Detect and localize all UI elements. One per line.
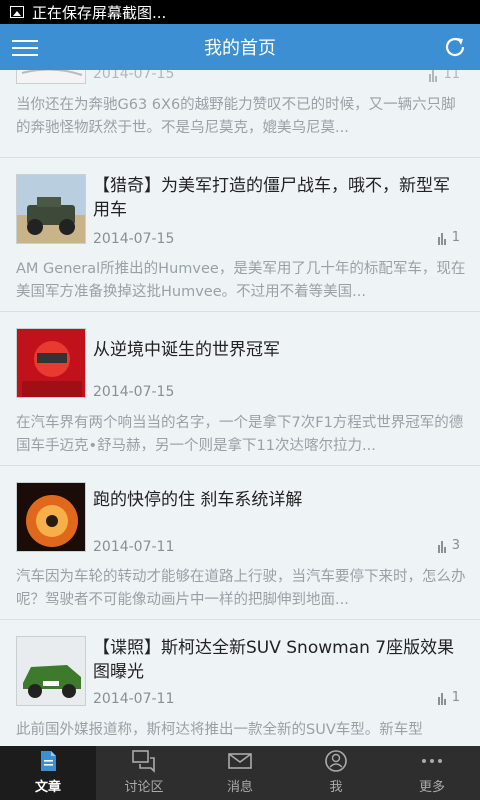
article-thumbnail (16, 70, 86, 84)
article-item[interactable]: 2014-07-15 11 当你还在为奔驰G63 6X6的越野能力赞叹不已的时候… (0, 70, 480, 158)
article-date: 2014-07-15 (93, 384, 175, 400)
article-date: 2014-07-11 (93, 691, 175, 707)
refresh-icon[interactable] (442, 34, 468, 60)
view-count: 1 (437, 230, 460, 245)
status-text: 正在保存屏幕截图... (32, 3, 167, 22)
views-icon (429, 70, 438, 82)
discussion-icon (132, 750, 155, 773)
view-count: 1 (437, 690, 460, 705)
views-icon (437, 540, 447, 553)
article-item[interactable]: 跑的快停的住 刹车系统详解 2014-07-11 3 汽车因为车轮的转动才能够在… (0, 466, 480, 620)
article-date: 2014-07-15 (93, 231, 175, 247)
article-item[interactable]: 从逆境中诞生的世界冠军 2014-07-15 在汽车界有两个响当当的名字，一个是… (0, 312, 480, 466)
article-summary: 在汽车界有两个响当当的名字，一个是拿下7次F1方程式世界冠军的德国车手迈克•舒马… (16, 415, 464, 454)
article-title: 【谍照】斯柯达全新SUV Snowman 7座版效果图曝光 (93, 638, 455, 682)
article-date: 2014-07-15 (93, 70, 175, 82)
article-title: 【猎奇】为美军打造的僵尸战车，哦不，新型军用车 (93, 176, 450, 220)
article-summary: AM General所推出的Humvee，是美军用了几十年的标配军车，现在美国军… (16, 261, 466, 300)
tab-messages[interactable]: 消息 (192, 746, 288, 800)
tab-profile[interactable]: 我 (288, 746, 384, 800)
views-icon (437, 232, 447, 245)
article-date: 2014-07-11 (93, 539, 175, 555)
article-thumbnail (16, 328, 86, 398)
article-thumbnail (16, 174, 86, 244)
bottom-tab-bar: 文章 讨论区 消息 我 更多 (0, 746, 480, 800)
app-bar: 我的首页 (0, 24, 480, 70)
article-feed[interactable]: 2014-07-15 11 当你还在为奔驰G63 6X6的越野能力赞叹不已的时候… (0, 70, 480, 746)
views-icon (437, 692, 447, 705)
article-summary: 此前国外媒报道称，斯柯达将推出一款全新的SUV车型。新车型 (16, 722, 423, 738)
article-summary: 汽车因为车轮的转动才能够在道路上行驶，当汽车要停下来时，怎么办呢？驾驶者不可能像… (16, 569, 466, 608)
article-icon (41, 751, 56, 771)
status-bar: 正在保存屏幕截图... (0, 0, 480, 24)
message-icon (228, 753, 252, 769)
tab-discussion[interactable]: 讨论区 (96, 746, 192, 800)
profile-icon (325, 750, 347, 772)
article-thumbnail (16, 482, 86, 552)
article-summary: 当你还在为奔驰G63 6X6的越野能力赞叹不已的时候，又一辆六只脚的奔驰怪物跃然… (16, 97, 456, 136)
menu-icon[interactable] (12, 37, 38, 57)
article-item[interactable]: 【猎奇】为美军打造的僵尸战车，哦不，新型军用车 2014-07-15 1 AM … (0, 158, 480, 312)
view-count: 11 (429, 70, 460, 82)
article-item[interactable]: 【谍照】斯柯达全新SUV Snowman 7座版效果图曝光 2014-07-11… (0, 620, 480, 746)
article-title: 跑的快停的住 刹车系统详解 (93, 490, 303, 510)
tab-articles[interactable]: 文章 (0, 746, 96, 800)
tab-more[interactable]: 更多 (384, 746, 480, 800)
view-count: 3 (437, 538, 460, 553)
article-title: 从逆境中诞生的世界冠军 (93, 340, 280, 360)
article-thumbnail (16, 636, 86, 706)
screenshot-icon (10, 6, 24, 18)
page-title: 我的首页 (204, 38, 276, 59)
more-icon (422, 759, 442, 763)
